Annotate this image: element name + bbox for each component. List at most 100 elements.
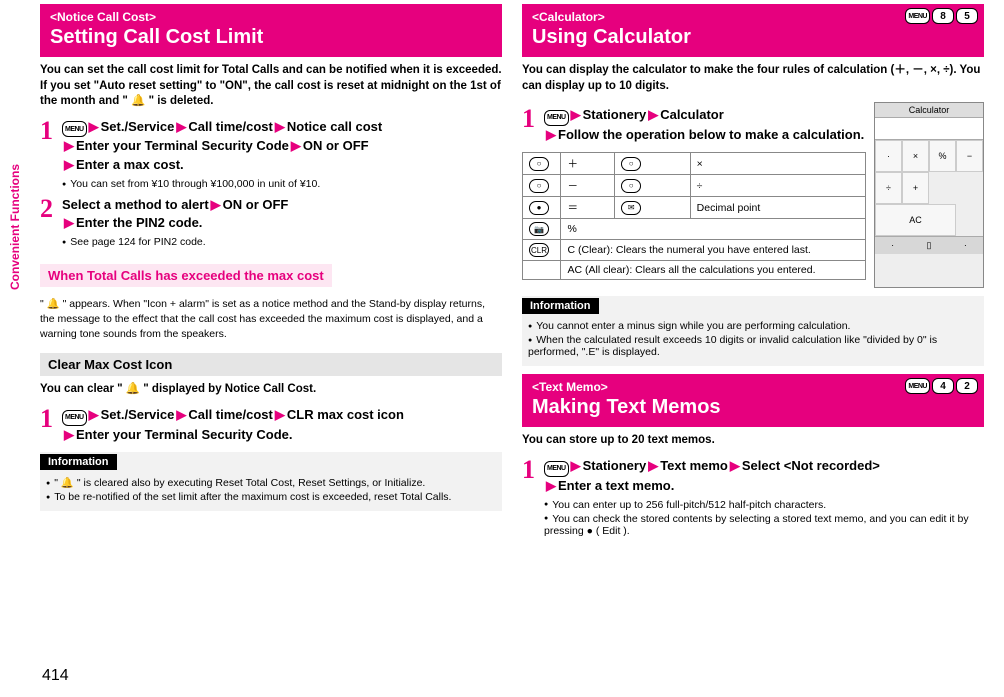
screenshot-title: Calculator [875, 103, 983, 118]
step1-notes: You can set from ¥10 through ¥100,000 in… [62, 178, 502, 190]
calculator-screenshot: Calculator · × % − ÷ + AC ·▯· [874, 102, 984, 288]
info-item: " 🔔 " is cleared also by executing Reset… [46, 476, 496, 489]
dpad-icon: ○ [529, 157, 549, 171]
crumb: Set./Service [101, 407, 175, 422]
section-title: Using Calculator [532, 26, 974, 49]
cell-value: ＝ [561, 197, 615, 219]
menu-key-icon: MENU [62, 121, 87, 137]
info-item: When the calculated result exceeds 10 di… [528, 334, 978, 358]
crumb: Select <Not recorded> [742, 458, 880, 473]
crumb: Set./Service [101, 119, 175, 134]
info-item: To be re-notified of the set limit after… [46, 491, 496, 503]
step2-text: ON or OFF [223, 197, 289, 212]
section-title: Setting Call Cost Limit [50, 26, 492, 49]
note: See page 124 for PIN2 code. [62, 236, 502, 248]
crumb: Stationery [583, 458, 647, 473]
note: You can enter up to 256 full-pitch/512 h… [544, 499, 984, 511]
side-tab-label: Convenient Functions [8, 164, 22, 290]
step2-text: Enter the PIN2 code. [76, 215, 202, 230]
section-title: Making Text Memos [532, 396, 974, 419]
calc-btn: × [902, 140, 929, 172]
step-number: 1 [40, 406, 58, 444]
camera-key-icon: 📷 [529, 222, 549, 236]
cell-value: ÷ [690, 175, 865, 197]
shortcut-key-icon: 2 [956, 378, 978, 394]
calc-btn: − [956, 140, 983, 172]
menu-key-icon: MENU [905, 8, 930, 24]
step-2: 2 Select a method to alert▶ON or OFF ▶En… [40, 196, 502, 232]
step-1: 1 MENU▶Set./Service▶Call time/cost▶Notic… [40, 118, 502, 174]
cell-value: % [561, 219, 866, 240]
mail-key-icon: ✉ [621, 201, 641, 215]
center-key-icon: ● [529, 201, 549, 215]
cell-value: Decimal point [690, 197, 865, 219]
step2-notes: See page 124 for PIN2 code. [62, 236, 502, 248]
menu-key-icon: MENU [544, 461, 569, 477]
menu-key-icon: MENU [905, 378, 930, 394]
step-number: 2 [40, 196, 58, 232]
sub-heading-clear-icon: Clear Max Cost Icon [40, 353, 502, 376]
dpad-icon: ○ [621, 157, 641, 171]
table-row: ○ － ○ ÷ [523, 175, 866, 197]
crumb: Stationery [583, 107, 647, 122]
information-box: Information You cannot enter a minus sig… [522, 296, 984, 366]
crumb: Call time/cost [188, 119, 273, 134]
step-number: 1 [522, 457, 540, 495]
cell-value: ＋ [561, 153, 615, 175]
calc-step-1: 1 MENU▶Stationery▶Calculator ▶Follow the… [522, 106, 866, 144]
cell-value: × [690, 153, 865, 175]
clr-key-icon: CLR [529, 243, 549, 257]
calc-btn: · [875, 140, 902, 172]
table-row: AC (All clear): Clears all the calculati… [523, 261, 866, 280]
clear-icon-intro: You can clear " 🔔 " displayed by Notice … [40, 382, 502, 398]
crumb: Enter a max cost. [76, 157, 184, 172]
crumb: Notice call cost [287, 119, 382, 134]
memo-intro: You can store up to 20 text memos. [522, 433, 984, 449]
crumb: Enter your Terminal Security Code [76, 138, 289, 153]
note: You can check the stored contents by sel… [544, 513, 984, 537]
sub-heading-exceeded: When Total Calls has exceeded the max co… [40, 264, 332, 287]
step-number: 1 [522, 106, 540, 144]
step-1-clear: 1 MENU▶Set./Service▶Call time/cost▶CLR m… [40, 406, 502, 444]
crumb: Follow the operation below to make a cal… [558, 127, 864, 142]
table-row: CLR C (Clear): Clears the numeral you ha… [523, 240, 866, 261]
calc-btn: AC [875, 204, 956, 236]
right-column: <Calculator> Using Calculator MENU 8 5 Y… [522, 4, 984, 543]
crumb: ON or OFF [303, 138, 369, 153]
page-number: 414 [42, 667, 69, 685]
left-column: <Notice Call Cost> Setting Call Cost Lim… [40, 4, 502, 543]
calc-btn: ÷ [875, 172, 902, 204]
memo-notes: You can enter up to 256 full-pitch/512 h… [544, 499, 984, 537]
dpad-icon: ○ [621, 179, 641, 193]
step-number: 1 [40, 118, 58, 174]
note: You can set from ¥10 through ¥100,000 in… [62, 178, 502, 190]
crumb: Calculator [660, 107, 724, 122]
table-row: ○ ＋ ○ × [523, 153, 866, 175]
crumb: Text memo [660, 458, 728, 473]
calculator-key-table: ○ ＋ ○ × ○ － ○ ÷ ● ＝ ✉ De [522, 152, 866, 280]
dpad-icon: ○ [529, 179, 549, 193]
calc-intro: You can display the calculator to make t… [522, 63, 984, 94]
exceeded-body: " 🔔 " appears. When "Icon + alarm" is se… [40, 297, 502, 341]
section-head-calculator: <Calculator> Using Calculator MENU 8 5 [522, 4, 984, 57]
crumb: CLR max cost icon [287, 407, 404, 422]
information-label: Information [522, 298, 599, 314]
info-item: You cannot enter a minus sign while you … [528, 320, 978, 332]
memo-step-1: 1 MENU▶Stationery▶Text memo▶Select <Not … [522, 457, 984, 495]
intro-text: You can set the call cost limit for Tota… [40, 63, 502, 110]
menu-key-icon: MENU [62, 410, 87, 426]
cell-value: － [561, 175, 615, 197]
calc-btn: + [902, 172, 929, 204]
information-box: Information " 🔔 " is cleared also by exe… [40, 452, 502, 511]
calc-btn: % [929, 140, 956, 172]
menu-key-icon: MENU [544, 110, 569, 126]
cell-value: C (Clear): Clears the numeral you have e… [561, 240, 866, 261]
section-tag: <Notice Call Cost> [50, 10, 492, 24]
section-head-notice-call-cost: <Notice Call Cost> Setting Call Cost Lim… [40, 4, 502, 57]
step2-text: Select a method to alert [62, 197, 209, 212]
section-head-text-memo: <Text Memo> Making Text Memos MENU 4 2 [522, 374, 984, 427]
cell-value: AC (All clear): Clears all the calculati… [561, 261, 866, 280]
crumb: Call time/cost [188, 407, 273, 422]
crumb: Enter a text memo. [558, 478, 674, 493]
shortcut-key-icon: 8 [932, 8, 954, 24]
